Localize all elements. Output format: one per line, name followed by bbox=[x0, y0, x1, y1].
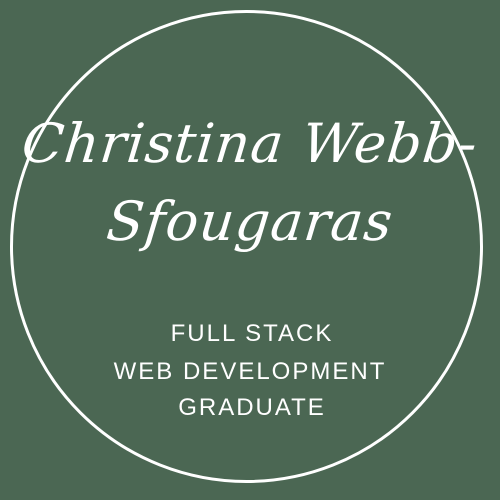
name-line-2: Sfougaras bbox=[103, 190, 397, 253]
tagline-line-2: WEB DEVELOPMENT bbox=[113, 358, 387, 385]
tagline-line-1: FULL STACK bbox=[170, 320, 334, 347]
tagline-line-3: GRADUATE bbox=[178, 394, 326, 421]
name-line-1: Christina Webb- bbox=[18, 112, 482, 175]
logo-badge: Christina Webb- Sfougaras FULL STACK WEB… bbox=[0, 0, 500, 500]
